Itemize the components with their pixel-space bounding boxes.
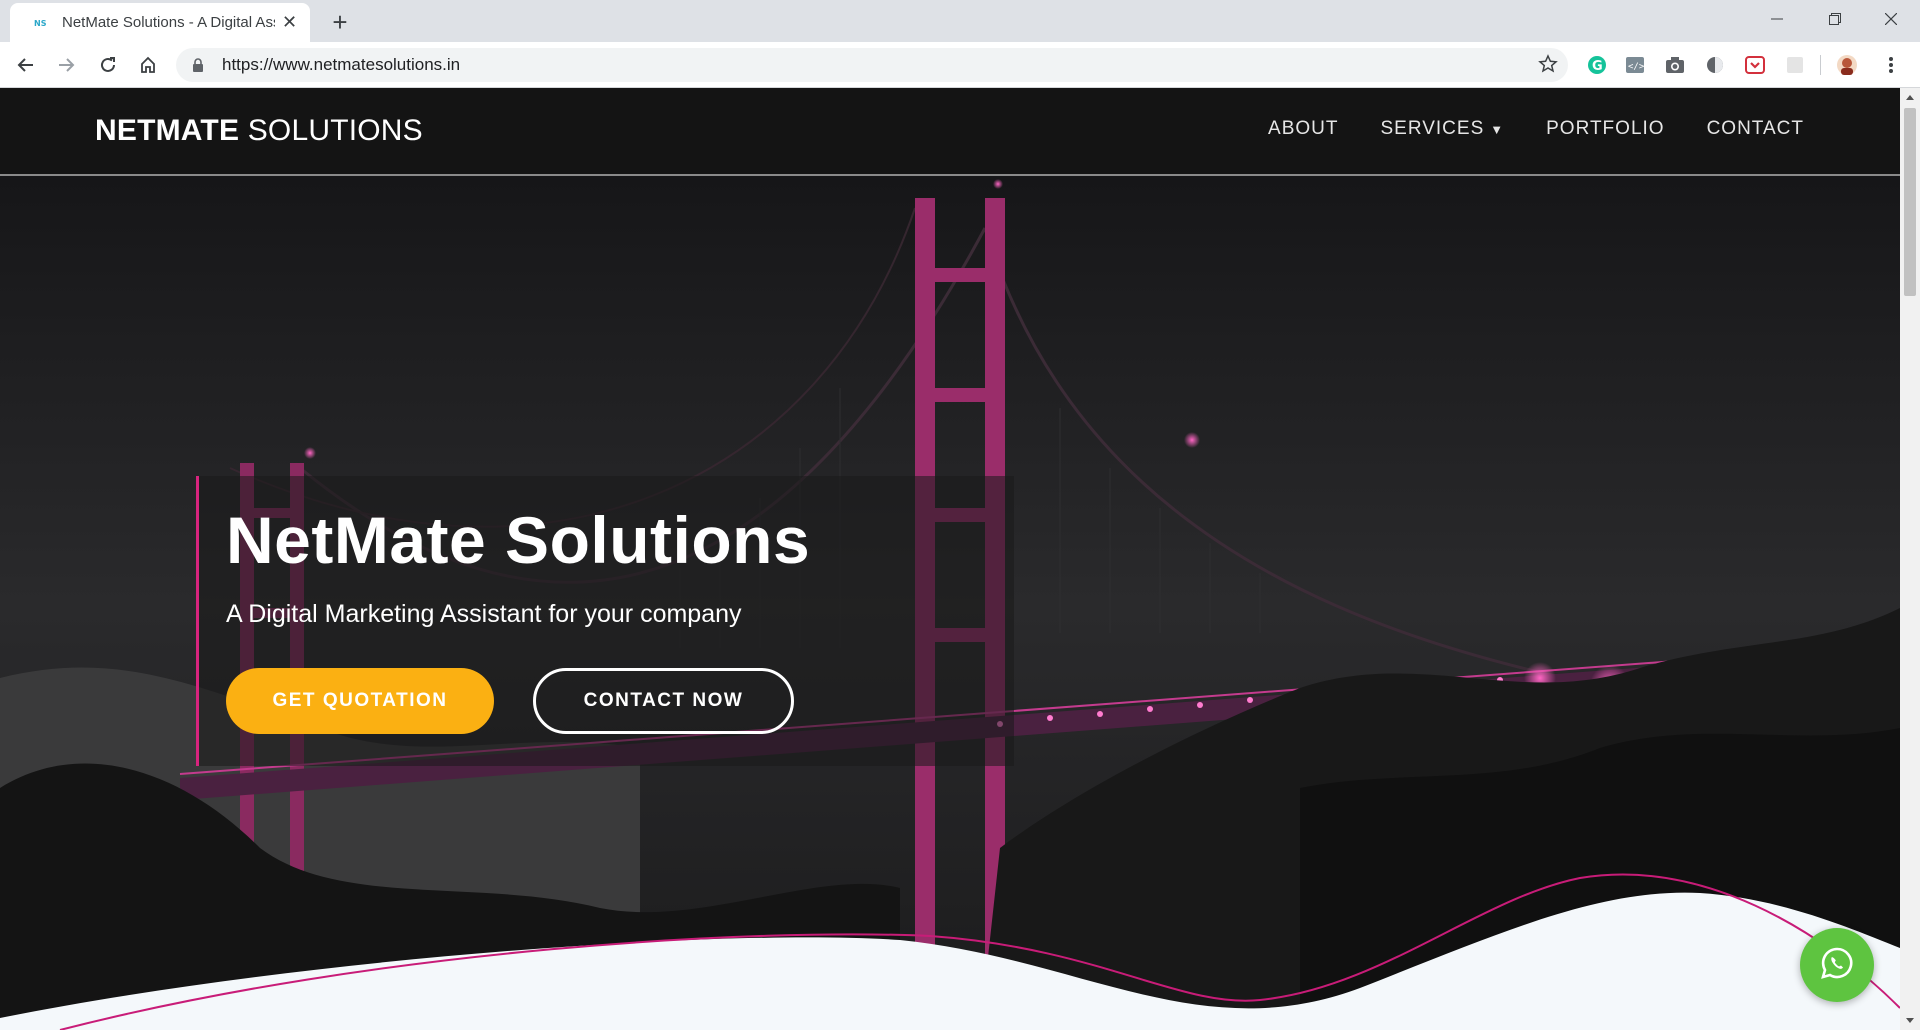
svg-text:G: G (1592, 59, 1603, 74)
restore-window-button[interactable] (1806, 0, 1864, 38)
nav-about[interactable]: ABOUT (1268, 118, 1338, 140)
scroll-down-arrow-icon[interactable] (1900, 1012, 1920, 1030)
new-tab-button[interactable]: + (324, 6, 356, 38)
profile-avatar[interactable] (1836, 54, 1858, 76)
hero-subtitle: A Digital Marketing Assistant for your c… (226, 600, 742, 628)
browser-toolbar: https://www.netmatesolutions.in G </> (0, 42, 1920, 88)
brand-name-light: SOLUTIONS (239, 114, 423, 147)
forward-icon[interactable] (52, 51, 80, 79)
page-scrollbar[interactable] (1900, 88, 1920, 1030)
hero-title: NetMate Solutions (226, 503, 811, 577)
close-window-button[interactable] (1862, 0, 1920, 38)
bookmark-star-icon[interactable] (1538, 54, 1558, 79)
browser-tab[interactable]: NS NetMate Solutions - A Digital Assista… (10, 3, 310, 42)
nav-portfolio[interactable]: PORTFOLIO (1546, 118, 1664, 140)
get-quotation-button[interactable]: GET QUOTATION (226, 668, 494, 734)
browser-menu-icon[interactable] (1880, 54, 1902, 76)
whatsapp-icon (1820, 946, 1854, 985)
home-icon[interactable] (134, 51, 162, 79)
tab-title: NetMate Solutions - A Digital Assistant (62, 14, 275, 31)
nav-services-label: SERVICES (1380, 118, 1485, 139)
code-viewer-icon[interactable]: </> (1624, 54, 1646, 76)
main-menu: ABOUT SERVICES ▼ PORTFOLIO CONTACT (1268, 118, 1804, 140)
scroll-up-arrow-icon[interactable] (1900, 88, 1920, 106)
nms-logo-icon: NS (34, 15, 50, 31)
brand-name-bold: NETMATE (95, 114, 240, 147)
minimize-window-button[interactable] (1748, 0, 1806, 38)
grammarly-icon[interactable]: G (1586, 54, 1608, 76)
nav-contact[interactable]: CONTACT (1707, 118, 1804, 140)
back-icon[interactable] (12, 51, 40, 79)
page-viewport: NETMATE SOLUTIONS ABOUT SERVICES ▼ PORTFO… (0, 88, 1900, 1030)
svg-text:</>: </> (1628, 62, 1645, 72)
toolbar-divider (1820, 55, 1821, 75)
url-text: https://www.netmatesolutions.in (222, 55, 461, 74)
scrollbar-thumb[interactable] (1904, 108, 1916, 296)
nav-services[interactable]: SERVICES ▼ (1381, 118, 1505, 140)
site-header: NETMATE SOLUTIONS ABOUT SERVICES ▼ PORTFO… (0, 88, 1900, 176)
contact-now-button[interactable]: CONTACT NOW (533, 668, 794, 734)
camera-icon[interactable] (1664, 54, 1686, 76)
address-bar[interactable]: https://www.netmatesolutions.in (176, 48, 1568, 82)
whatsapp-chat-button[interactable] (1800, 928, 1874, 1002)
caret-down-icon: ▼ (1490, 122, 1505, 137)
reload-icon[interactable] (94, 51, 122, 79)
svg-text:NS: NS (34, 19, 47, 28)
extension-icon[interactable] (1784, 54, 1806, 76)
close-tab-icon[interactable]: ✕ (281, 12, 298, 33)
lock-icon (192, 58, 206, 72)
browser-tabstrip: NS NetMate Solutions - A Digital Assista… (0, 0, 1920, 42)
pocket-icon[interactable] (1744, 54, 1766, 76)
dark-reader-icon[interactable] (1704, 54, 1726, 76)
site-logo[interactable]: NETMATE SOLUTIONS (95, 114, 423, 148)
